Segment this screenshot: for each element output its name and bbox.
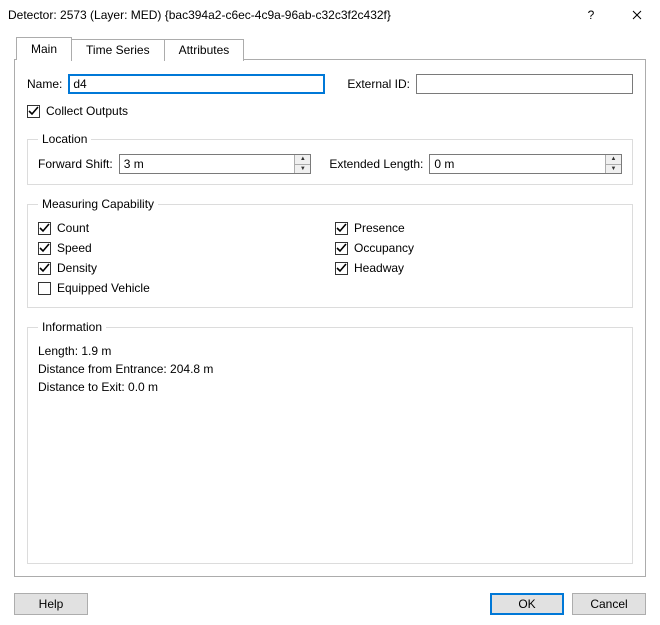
collect-outputs-checkbox[interactable]: Collect Outputs	[27, 104, 633, 118]
collect-outputs-label: Collect Outputs	[46, 104, 128, 118]
checkbox-icon	[38, 242, 51, 255]
checkbox-icon	[335, 222, 348, 235]
extended-length-input[interactable]: ▲ ▼	[429, 154, 622, 174]
forward-shift-value[interactable]	[120, 155, 295, 173]
spin-buttons[interactable]: ▲ ▼	[605, 155, 621, 173]
group-information: Information Length: 1.9 m Distance from …	[27, 320, 633, 564]
checkbox-label: Speed	[57, 241, 92, 255]
spin-down-icon[interactable]: ▼	[606, 164, 621, 174]
checkbox-icon	[335, 242, 348, 255]
row-name-external: Name: External ID:	[27, 74, 633, 94]
forward-shift-label: Forward Shift:	[38, 157, 113, 171]
client-area: Main Time Series Attributes Name: Extern…	[0, 30, 660, 587]
footer: Help OK Cancel	[0, 587, 660, 625]
group-location-legend: Location	[38, 132, 91, 146]
ok-button[interactable]: OK	[490, 593, 564, 615]
extended-length-label: Extended Length:	[329, 157, 423, 171]
checkbox-presence[interactable]: Presence	[335, 221, 622, 235]
group-measuring: Measuring Capability Count Presence Spee…	[27, 197, 633, 308]
external-id-input[interactable]	[416, 74, 633, 94]
tab-time-series[interactable]: Time Series	[71, 39, 165, 61]
help-button[interactable]: ?	[568, 0, 614, 30]
checkbox-label: Presence	[354, 221, 405, 235]
spin-buttons[interactable]: ▲ ▼	[294, 155, 310, 173]
forward-shift-input[interactable]: ▲ ▼	[119, 154, 312, 174]
tabs: Main Time Series Attributes	[16, 36, 646, 59]
close-icon	[632, 10, 642, 20]
row-location-fields: Forward Shift: ▲ ▼ Extended Length: ▲	[38, 154, 622, 174]
checkbox-label: Occupancy	[354, 241, 414, 255]
checkbox-icon	[38, 262, 51, 275]
checkbox-icon	[38, 222, 51, 235]
tab-main[interactable]: Main	[16, 37, 72, 60]
spin-down-icon[interactable]: ▼	[295, 164, 310, 174]
checkbox-icon	[27, 105, 40, 118]
checkbox-density[interactable]: Density	[38, 261, 325, 275]
checkbox-label: Density	[57, 261, 97, 275]
information-content: Length: 1.9 m Distance from Entrance: 20…	[38, 342, 622, 396]
name-input[interactable]	[68, 74, 325, 94]
checkbox-equipped-vehicle[interactable]: Equipped Vehicle	[38, 281, 325, 295]
window-title: Detector: 2573 (Layer: MED) {bac394a2-c6…	[8, 8, 568, 22]
group-location: Location Forward Shift: ▲ ▼ Extended Len…	[27, 132, 633, 185]
checkbox-icon	[335, 262, 348, 275]
spin-up-icon[interactable]: ▲	[295, 155, 310, 164]
measuring-grid: Count Presence Speed Occupancy	[38, 219, 622, 297]
checkbox-count[interactable]: Count	[38, 221, 325, 235]
question-icon: ?	[588, 8, 595, 22]
external-id-label: External ID:	[347, 77, 410, 91]
spin-up-icon[interactable]: ▲	[606, 155, 621, 164]
info-distance-from-entrance: Distance from Entrance: 204.8 m	[38, 362, 622, 376]
info-distance-to-exit: Distance to Exit: 0.0 m	[38, 380, 622, 394]
tab-panel-main: Name: External ID: Collect Outputs Locat…	[14, 59, 646, 577]
checkbox-speed[interactable]: Speed	[38, 241, 325, 255]
checkbox-icon	[38, 282, 51, 295]
dialog-window: Detector: 2573 (Layer: MED) {bac394a2-c6…	[0, 0, 660, 625]
checkbox-occupancy[interactable]: Occupancy	[335, 241, 622, 255]
checkbox-headway[interactable]: Headway	[335, 261, 622, 275]
close-button[interactable]	[614, 0, 660, 30]
help-button-footer[interactable]: Help	[14, 593, 88, 615]
titlebar: Detector: 2573 (Layer: MED) {bac394a2-c6…	[0, 0, 660, 30]
name-label: Name:	[27, 77, 62, 91]
extended-length-value[interactable]	[430, 155, 605, 173]
cancel-button[interactable]: Cancel	[572, 593, 646, 615]
checkbox-label: Equipped Vehicle	[57, 281, 150, 295]
checkbox-label: Headway	[354, 261, 404, 275]
tab-attributes[interactable]: Attributes	[164, 39, 245, 61]
group-information-legend: Information	[38, 320, 106, 334]
checkbox-label: Count	[57, 221, 89, 235]
info-length: Length: 1.9 m	[38, 344, 622, 358]
group-measuring-legend: Measuring Capability	[38, 197, 158, 211]
